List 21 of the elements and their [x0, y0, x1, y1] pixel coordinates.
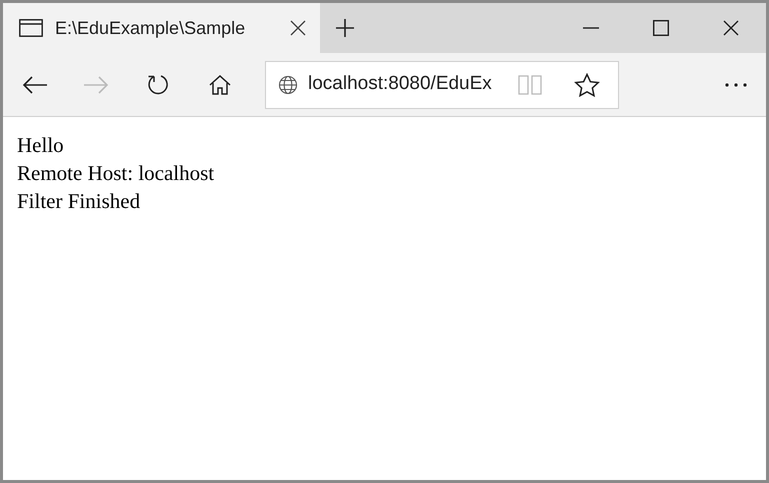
home-icon	[209, 74, 231, 94]
page-icon	[19, 19, 43, 37]
page-text: Hello	[17, 132, 64, 159]
forward-arrow-icon	[83, 76, 109, 94]
close-icon	[723, 20, 739, 36]
maximize-icon	[653, 20, 669, 36]
star-icon[interactable]	[574, 72, 600, 96]
back-arrow-icon	[22, 76, 48, 94]
plus-icon	[335, 18, 355, 38]
book-icon[interactable]	[518, 74, 542, 94]
more-icon	[725, 82, 747, 86]
refresh-icon	[146, 72, 170, 96]
browser-tab[interactable]: E:\EduExample\Sample	[3, 3, 320, 53]
url-text: localhost:8080/EduEx	[308, 72, 493, 96]
page-text: Filter Finished	[17, 188, 140, 215]
close-tab-icon[interactable]	[290, 20, 306, 36]
minimize-icon	[583, 27, 599, 29]
tab-title: E:\EduExample\Sample	[55, 16, 246, 40]
address-bar[interactable]: localhost:8080/EduEx	[265, 60, 619, 108]
page-text: Remote Host: localhost	[17, 160, 214, 187]
globe-icon	[278, 74, 298, 94]
